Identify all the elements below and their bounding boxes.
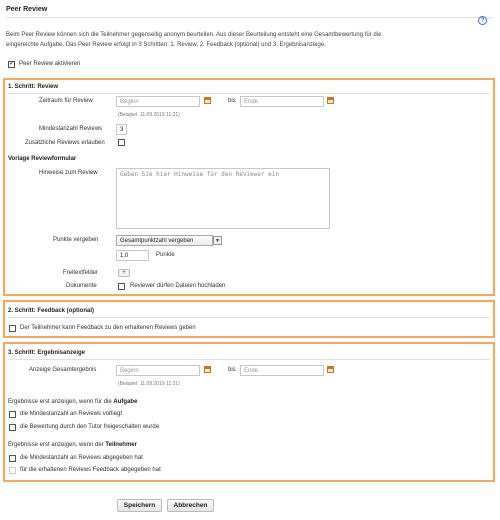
activate-peer-review-label: Peer Review aktivieren [19, 61, 81, 67]
result-display-label: Anzeige Gesamtergebnis [29, 367, 97, 373]
feedback-label: Der Teilnehmer kann Feedback zu den erha… [20, 325, 196, 331]
task-min-reviews-label: die Mindestanzahl an Reviews vorliegt [20, 411, 123, 417]
result-end-input[interactable]: Ende [240, 365, 324, 376]
review-period-label: Zeitraum für Review [39, 98, 93, 104]
review-date-example: (Beispiel: 11.09.2019 11:21) [118, 112, 180, 118]
participant-condition-bold: Teilnehmer [105, 442, 137, 448]
task-tutor-release-label: die Bewertung durch den Tutor freigescha… [20, 424, 160, 430]
title-divider [6, 17, 494, 18]
participant-condition-heading: Ergebnisse erst anzeigen, wenn der Teiln… [8, 442, 137, 448]
freetext-label: Freitextfelder [63, 270, 99, 276]
step1-divider [8, 93, 490, 94]
bis-label: bis [228, 367, 236, 373]
review-start-input[interactable]: Beginn [116, 96, 200, 107]
task-min-reviews-checkbox[interactable] [9, 411, 16, 418]
save-button[interactable]: Speichern [117, 499, 162, 512]
calendar-icon[interactable] [204, 366, 211, 373]
bis-label: bis [228, 98, 236, 104]
extra-reviews-label: Zusätzliche Reviews erlauben [25, 140, 105, 146]
step3-divider [8, 359, 490, 360]
upload-files-checkbox[interactable] [118, 283, 125, 290]
points-unit-label: Punkte [156, 252, 175, 258]
cancel-button[interactable]: Abbrechen [167, 499, 214, 512]
task-condition-heading: Ergebnisse erst anzeigen, wenn für die A… [8, 399, 137, 405]
min-reviews-input[interactable]: 3 [116, 124, 127, 135]
extra-reviews-checkbox[interactable] [118, 139, 125, 146]
task-condition-prefix: Ergebnisse erst anzeigen, wenn für die [8, 399, 114, 405]
participant-min-reviews-checkbox[interactable] [9, 455, 16, 462]
add-freetext-button[interactable]: + [118, 269, 130, 277]
page-title: Peer Review [6, 6, 48, 13]
help-icon[interactable]: ? [478, 16, 487, 25]
calendar-icon[interactable] [204, 97, 211, 104]
points-value-input[interactable]: 1.0 [116, 250, 149, 261]
points-select[interactable]: Gesamtpunktzahl vergeben [116, 235, 213, 246]
form-template-heading: Vorlage Reviewformular [8, 156, 77, 162]
participant-feedback-label: für die erhaltenen Reviews Feedback abge… [20, 467, 161, 473]
step1-heading: 1. Schritt: Review [8, 84, 59, 90]
task-condition-bold: Aufgabe [113, 399, 138, 405]
documents-label: Dokumente [66, 283, 97, 289]
feedback-checkbox[interactable] [9, 325, 16, 332]
upload-files-label: Reviewer dürfen Dateien hochladen [130, 283, 226, 289]
review-hints-textarea[interactable]: Geben Sie hier Hinweise für den Reviewer… [116, 168, 330, 229]
result-date-example: (Beispiel: 11.09.2019 11:21) [118, 381, 180, 387]
result-start-input[interactable]: Beginn [116, 365, 200, 376]
intro-text: Beim Peer Review können sich die Teilneh… [6, 32, 382, 48]
step2-heading: 2. Schritt: Feedback (optional) [8, 308, 95, 314]
participant-condition-prefix: Ergebnisse erst anzeigen, wenn der [8, 442, 106, 448]
participant-min-reviews-label: die Mindestanzahl an Reviews abgegeben h… [20, 455, 143, 461]
chevron-down-icon[interactable]: ▼ [213, 236, 222, 245]
participant-feedback-checkbox[interactable] [9, 467, 16, 474]
step2-panel [3, 300, 495, 338]
min-reviews-label: Mindestanzahl Reviews [39, 126, 103, 132]
review-hints-label: Hinweise zum Review [39, 170, 98, 176]
review-end-input[interactable]: Ende [240, 96, 324, 107]
calendar-icon[interactable] [327, 366, 334, 373]
step3-heading: 3. Schritt: Ergebnisanzeige [8, 350, 86, 356]
activate-peer-review-checkbox[interactable] [8, 59, 15, 68]
step2-divider [8, 317, 490, 318]
calendar-icon[interactable] [327, 97, 334, 104]
points-label: Punkte vergeben [53, 237, 99, 243]
task-tutor-release-checkbox[interactable] [9, 424, 16, 431]
